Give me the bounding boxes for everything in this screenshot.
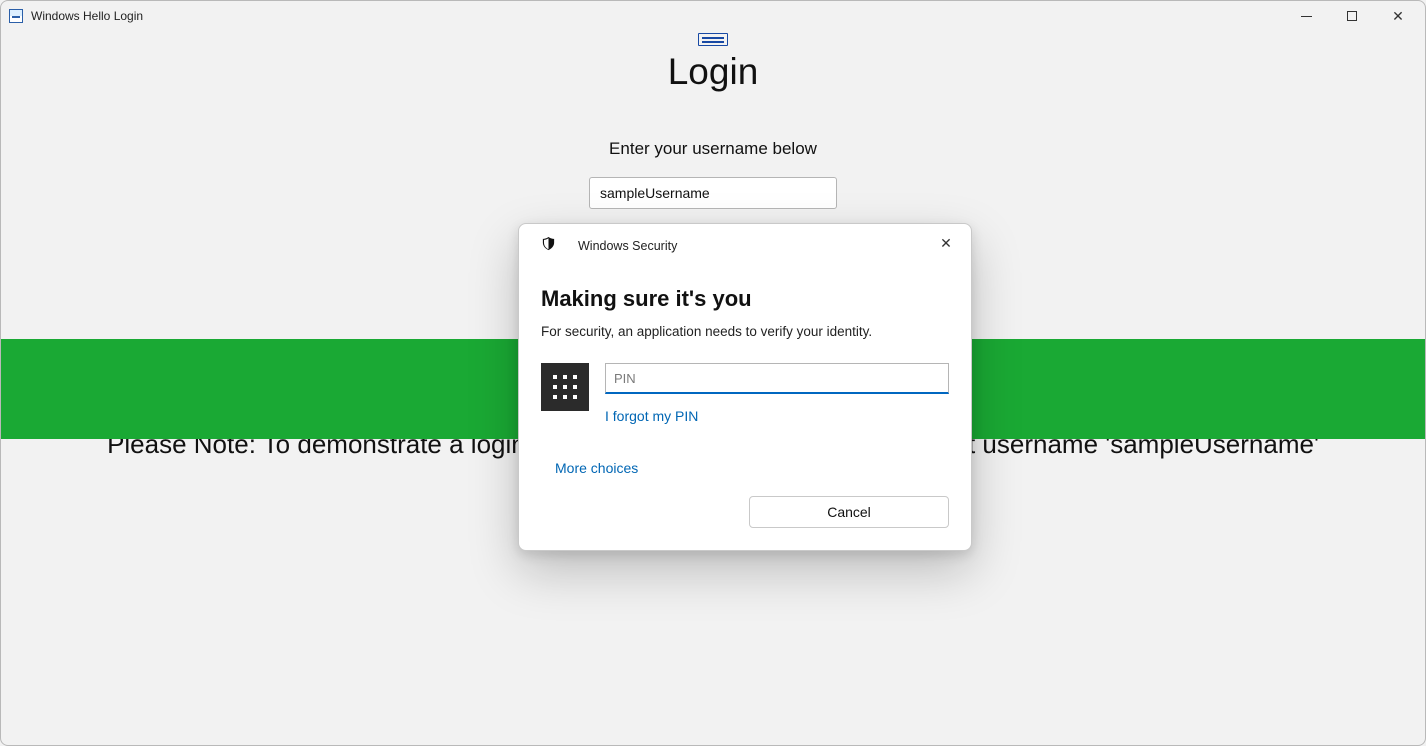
- pin-input[interactable]: [605, 363, 949, 394]
- keypad-icon: [541, 363, 589, 411]
- window-title: Windows Hello Login: [31, 9, 143, 23]
- window-maximize-button[interactable]: [1329, 1, 1375, 31]
- forgot-pin-link[interactable]: I forgot my PIN: [605, 408, 949, 424]
- dialog-subtitle: For security, an application needs to ve…: [541, 324, 949, 339]
- dialog-app-name: Windows Security: [578, 239, 677, 253]
- dialog-close-button[interactable]: ✕: [935, 232, 957, 254]
- titlebar: Windows Hello Login ✕: [1, 1, 1425, 31]
- minimize-icon: [1301, 16, 1312, 17]
- close-icon: ✕: [940, 235, 952, 252]
- dialog-title: Making sure it's you: [541, 286, 949, 312]
- windows-security-dialog: Windows Security ✕ Making sure it's you …: [518, 223, 972, 551]
- window: Windows Hello Login ✕ Login Enter your u…: [0, 0, 1426, 746]
- username-input[interactable]: [589, 177, 837, 209]
- client-area: Login Enter your username below Please N…: [1, 31, 1425, 745]
- close-icon: ✕: [1392, 9, 1404, 23]
- maximize-icon: [1347, 11, 1357, 21]
- app-icon: [9, 9, 23, 23]
- shield-icon: [541, 236, 556, 256]
- more-choices-link[interactable]: More choices: [533, 460, 971, 476]
- cancel-button[interactable]: Cancel: [749, 496, 949, 528]
- page-title: Login: [1, 51, 1425, 93]
- window-minimize-button[interactable]: [1283, 1, 1329, 31]
- keyboard-icon: [698, 33, 728, 46]
- window-close-button[interactable]: ✕: [1375, 1, 1421, 31]
- username-prompt: Enter your username below: [1, 139, 1425, 159]
